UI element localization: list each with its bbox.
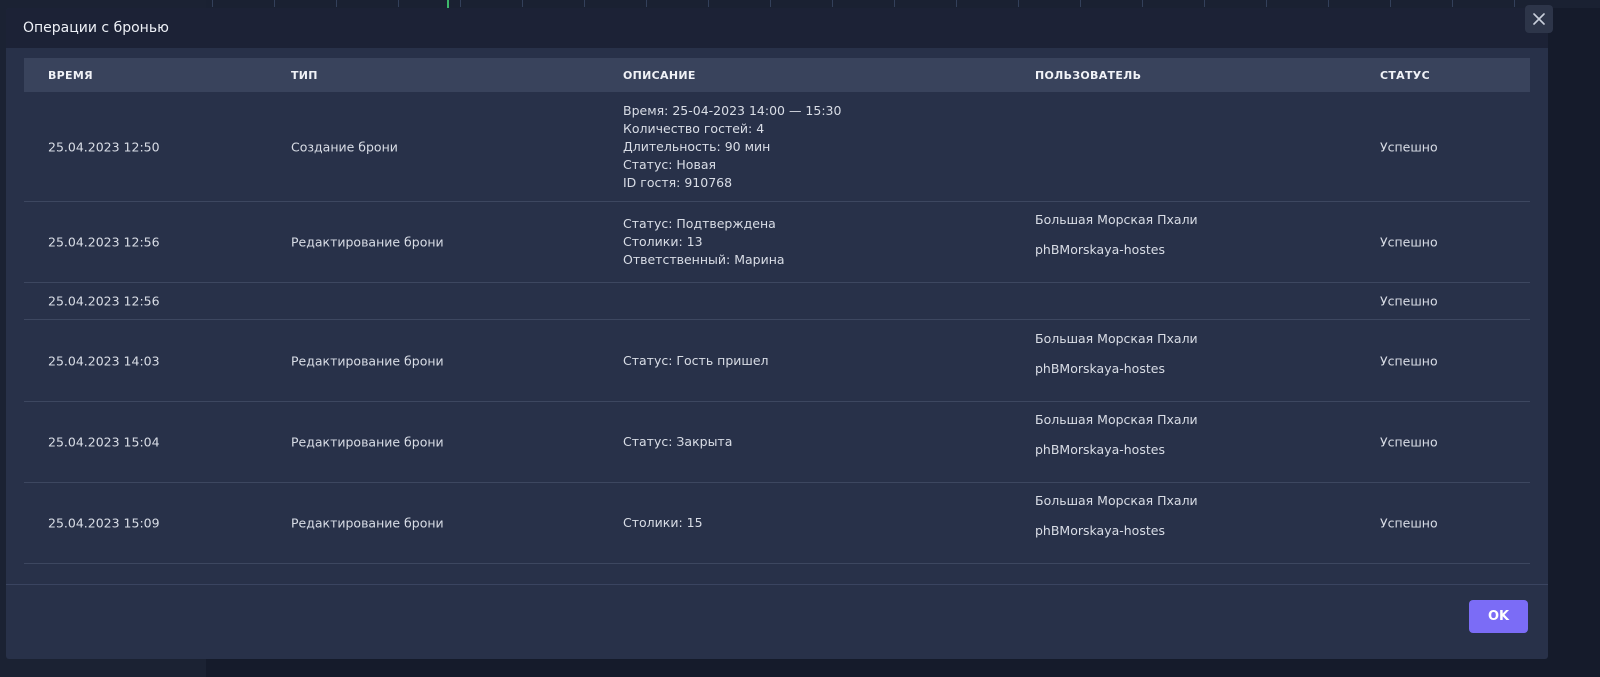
row-status: Успешно: [1380, 353, 1438, 368]
header-type: ТИП: [291, 68, 318, 82]
table-row: 25.04.2023 14:03 Редактирование брони Ст…: [24, 320, 1530, 402]
description-line: Статус: Новая: [623, 156, 716, 172]
dialog-header: Операции с бронью: [6, 8, 1548, 48]
row-user: Большая Морская Пхали phBMorskaya-hostes: [1035, 493, 1198, 538]
background-timeline-tick: [336, 0, 337, 7]
table-row: 25.04.2023 15:04 Редактирование брони Ст…: [24, 402, 1530, 483]
row-status: Успешно: [1380, 434, 1438, 450]
footer-divider: [6, 584, 1548, 585]
row-description: Статус: Закрыта: [623, 433, 732, 451]
background-timeline-tick: [398, 0, 399, 7]
row-description: Время: 25-04-2023 14:00 — 15:30 Количест…: [623, 102, 841, 192]
background-timeline-tick: [1080, 0, 1081, 7]
header-time: ВРЕМЯ: [48, 68, 93, 82]
background-timeline-tick: [1514, 0, 1515, 7]
background-timeline-tick: [646, 0, 647, 7]
description-line: Столики: 15: [623, 515, 703, 530]
description-line: Длительность: 90 мин: [623, 138, 771, 154]
operations-table: ВРЕМЯ ТИП ОПИСАНИЕ ПОЛЬЗОВАТЕЛЬ СТАТУС 2…: [24, 58, 1530, 564]
table-row: 25.04.2023 12:50 Создание брони Время: 2…: [24, 92, 1530, 202]
background-timeline-marker: [447, 0, 449, 8]
user-name: Большая Морская Пхали: [1035, 412, 1198, 427]
description-line: ID гостя: 910768: [623, 174, 733, 190]
row-type: Редактирование брони: [291, 515, 444, 531]
row-time: 25.04.2023 12:50: [48, 139, 160, 154]
row-description: Статус: Гость пришел: [623, 352, 769, 370]
table-row: 25.04.2023 12:56 Редактирование брони Ст…: [24, 202, 1530, 283]
background-timeline-tick: [1266, 0, 1267, 7]
user-name: Большая Морская Пхали: [1035, 493, 1198, 508]
user-login: phBMorskaya-hostes: [1035, 442, 1165, 457]
row-status: Успешно: [1380, 234, 1438, 250]
booking-operations-dialog: Операции с бронью ВРЕМЯ ТИП ОПИСАНИЕ ПОЛ…: [6, 8, 1548, 659]
background-timeline-tick: [522, 0, 523, 7]
user-name: Большая Морская Пхали: [1035, 331, 1198, 346]
description-line: Количество гостей: 4: [623, 120, 765, 136]
background-timeline-tick: [1328, 0, 1329, 7]
description-line: Время: 25-04-2023 14:00 — 15:30: [623, 102, 842, 118]
row-type: Создание брони: [291, 139, 398, 154]
description-line: Ответственный: Марина: [623, 252, 785, 267]
background-timeline-tick: [770, 0, 771, 7]
background-timeline-tick: [460, 0, 461, 7]
row-status: Успешно: [1380, 515, 1438, 531]
close-button[interactable]: [1525, 5, 1553, 33]
row-description: Статус: Подтверждена Столики: 13 Ответст…: [623, 215, 785, 269]
background-timeline-tick: [1142, 0, 1143, 7]
background-timeline-tick: [1018, 0, 1019, 7]
background-timeline-tick: [956, 0, 957, 7]
row-type: Редактирование брони: [291, 353, 444, 368]
header-user: ПОЛЬЗОВАТЕЛЬ: [1035, 68, 1142, 82]
background-timeline-tick: [894, 0, 895, 7]
background-timeline-tick: [832, 0, 833, 7]
user-login: phBMorskaya-hostes: [1035, 242, 1165, 257]
row-status: Успешно: [1380, 293, 1438, 309]
user-login: phBMorskaya-hostes: [1035, 361, 1165, 376]
close-icon: [1533, 13, 1545, 25]
description-line: Статус: Закрыта: [623, 434, 733, 449]
background-timeline-tick: [212, 0, 213, 7]
user-login: phBMorskaya-hostes: [1035, 523, 1165, 538]
description-line: Статус: Подтверждена: [623, 216, 776, 231]
table-row: 25.04.2023 15:09 Редактирование брони Ст…: [24, 483, 1530, 564]
header-description: ОПИСАНИЕ: [623, 68, 696, 82]
row-description: Столики: 15: [623, 514, 703, 532]
description-line: Статус: Гость пришел: [623, 352, 769, 368]
background-right-edge: [1550, 40, 1600, 677]
table-row: 25.04.2023 12:56 Успешно: [24, 283, 1530, 320]
row-status: Успешно: [1380, 139, 1438, 154]
header-status: СТАТУС: [1380, 68, 1430, 82]
background-timeline-tick: [708, 0, 709, 7]
background-timeline-tick: [584, 0, 585, 7]
description-line: Столики: 13: [623, 234, 703, 249]
background-timeline-tick: [274, 0, 275, 7]
row-time: 25.04.2023 12:56: [48, 293, 160, 309]
row-user: Большая Морская Пхали phBMorskaya-hostes: [1035, 412, 1198, 457]
background-timeline-tick: [1452, 0, 1453, 7]
row-time: 25.04.2023 12:56: [48, 234, 160, 250]
row-user: Большая Морская Пхали phBMorskaya-hostes: [1035, 331, 1198, 376]
row-time: 25.04.2023 14:03: [48, 353, 160, 368]
dialog-title: Операции с бронью: [23, 20, 169, 36]
user-name: Большая Морская Пхали: [1035, 212, 1198, 227]
background-timeline-tick: [1390, 0, 1391, 7]
row-user: Большая Морская Пхали phBMorskaya-hostes: [1035, 212, 1198, 257]
ok-button[interactable]: OK: [1469, 600, 1528, 633]
table-header: ВРЕМЯ ТИП ОПИСАНИЕ ПОЛЬЗОВАТЕЛЬ СТАТУС: [24, 58, 1530, 92]
background-timeline-tick: [1204, 0, 1205, 7]
row-type: Редактирование брони: [291, 234, 444, 250]
row-time: 25.04.2023 15:09: [48, 515, 160, 531]
row-time: 25.04.2023 15:04: [48, 434, 160, 450]
row-type: Редактирование брони: [291, 434, 444, 450]
